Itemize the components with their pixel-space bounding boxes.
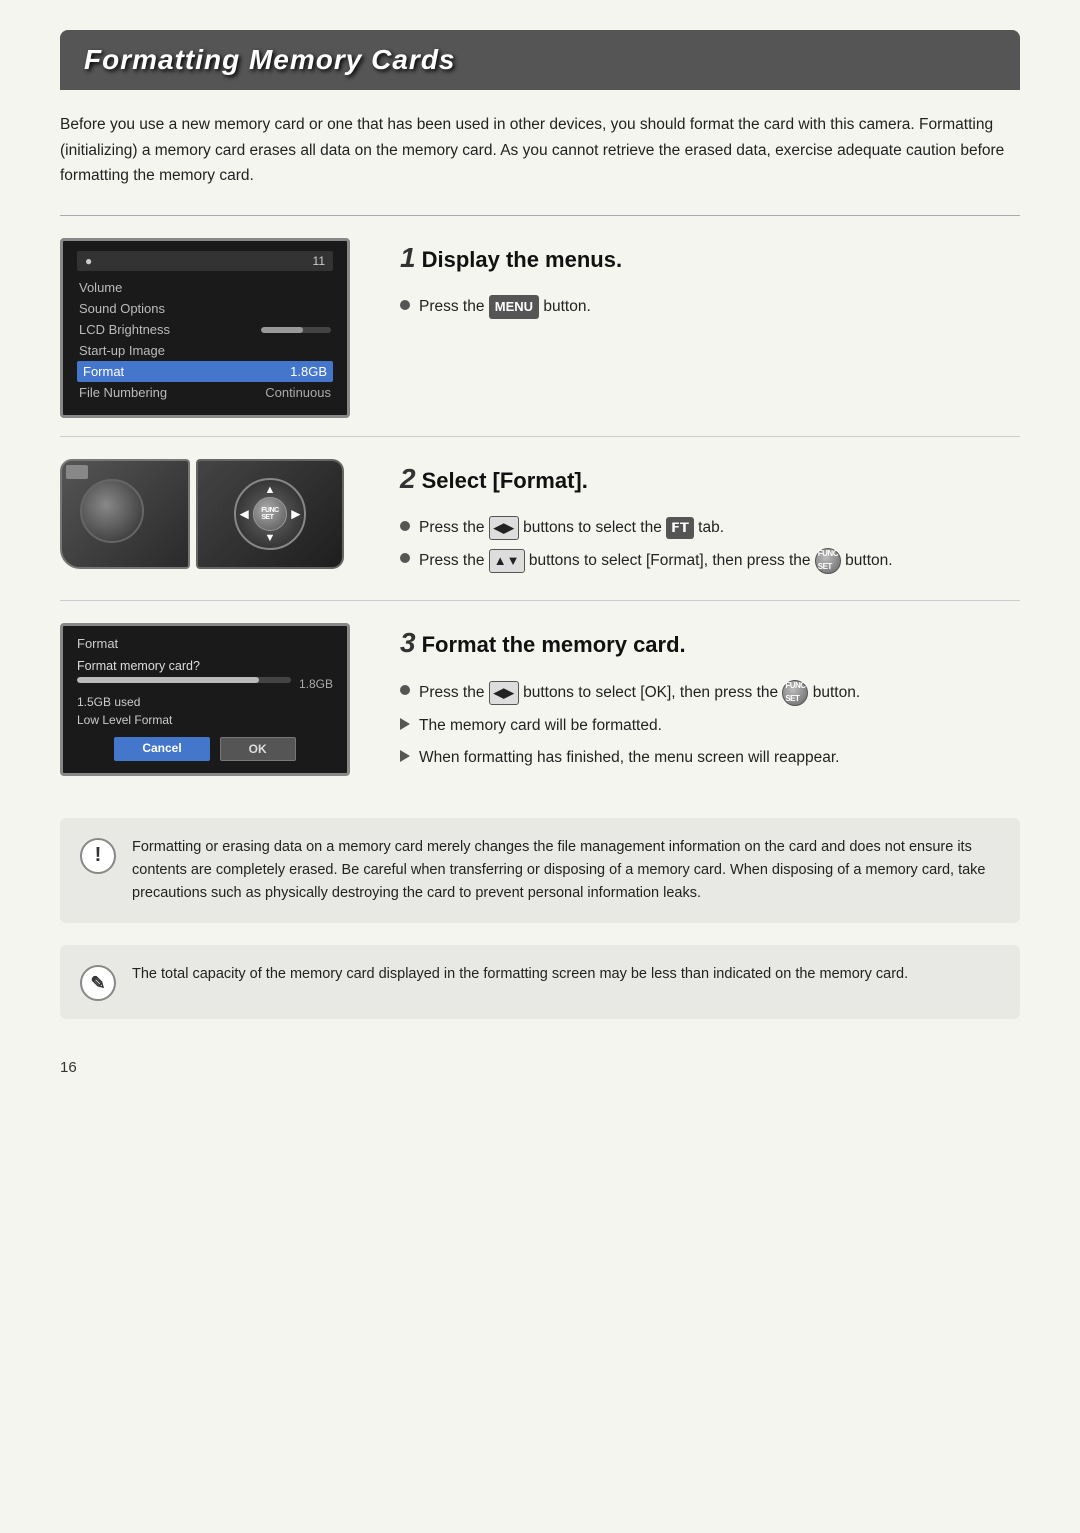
step-1-bullet-1-text: Press the MENU button. xyxy=(419,295,591,319)
menu-item-volume: Volume xyxy=(77,277,333,298)
step-2-bullet-2-text: Press the ▲▼ buttons to select [Format],… xyxy=(419,548,893,574)
step-1-row: ● 11 Volume Sound Options LCD Brightness xyxy=(60,216,1020,437)
func-set-label: FUNCSET xyxy=(261,507,278,521)
ft-tab-icon: 𝗙𝗧 xyxy=(666,517,694,539)
format-question: Format memory card? xyxy=(77,659,333,673)
func-set-icon: FUNCSET xyxy=(815,548,841,574)
screen-tab-indicator: 11 xyxy=(313,254,325,268)
nav-left-arrow: ◀ xyxy=(240,507,248,520)
func-set-icon: FUNCSET xyxy=(782,680,808,706)
camera-body-row: ▲ ▼ ◀ ▶ FUNCSET xyxy=(60,459,350,569)
step-1-instructions: 1 Display the menus. Press the MENU butt… xyxy=(400,238,1020,327)
step-1-number: 1 xyxy=(400,242,416,274)
step-3-bullet-2: The memory card will be formatted. xyxy=(400,714,1020,738)
lr-buttons-icon: ◀▶ xyxy=(489,516,519,540)
format-used: 1.5GB used xyxy=(77,695,333,709)
step-2-bullet-1-text: Press the ◀▶ buttons to select the 𝗙𝗧 ta… xyxy=(419,516,724,540)
bullet-circle-icon xyxy=(400,685,410,695)
step-3-number: 3 xyxy=(400,627,416,659)
step-1-title: Display the menus. xyxy=(422,247,623,273)
intro-text: Before you use a new memory card or one … xyxy=(60,112,1020,189)
warning-icon: ! xyxy=(80,838,116,874)
nav-down-arrow: ▼ xyxy=(265,532,276,544)
pencil-icon: ✎ xyxy=(80,965,116,1001)
menu-item-label: Volume xyxy=(79,280,122,295)
nav-right-arrow: ▶ xyxy=(292,507,300,520)
camera-body-left xyxy=(60,459,190,569)
nav-ring: ▲ ▼ ◀ ▶ FUNCSET xyxy=(234,478,306,550)
step-1-image-col: ● 11 Volume Sound Options LCD Brightness xyxy=(60,238,370,418)
format-dialog-screen: Format Format memory card? 1.8GB 1.5GB u… xyxy=(60,623,350,776)
step-3-bullet-2-text: The memory card will be formatted. xyxy=(419,714,662,738)
screen-indicator: ● xyxy=(85,254,92,268)
menu-item-label: Sound Options xyxy=(79,301,165,316)
screen-title-bar: ● 11 xyxy=(77,251,333,271)
menu-screen: ● 11 Volume Sound Options LCD Brightness xyxy=(60,238,350,418)
page-number: 16 xyxy=(60,1059,77,1076)
step-2-row: ▲ ▼ ◀ ▶ FUNCSET 2 Select [Format] xyxy=(60,437,1020,601)
step-2-instructions: 2 Select [Format]. Press the ◀▶ buttons … xyxy=(400,459,1020,582)
format-size: 1.8GB xyxy=(299,677,333,691)
bullet-circle-icon xyxy=(400,553,410,563)
format-bar-row: 1.8GB xyxy=(77,677,333,691)
steps-container: ● 11 Volume Sound Options LCD Brightness xyxy=(60,216,1020,796)
bullet-triangle-icon xyxy=(400,718,410,730)
bullet-triangle-icon xyxy=(400,750,410,762)
step-1-header: 1 Display the menus. xyxy=(400,242,1020,285)
step-3-image-col: Format Format memory card? 1.8GB 1.5GB u… xyxy=(60,623,370,776)
format-screen-title: Format xyxy=(77,636,333,651)
step-3-bullet-1: Press the ◀▶ buttons to select [OK], the… xyxy=(400,680,1020,706)
bullet-circle-icon xyxy=(400,300,410,310)
step-3-bullet-1-text: Press the ◀▶ buttons to select [OK], the… xyxy=(419,680,860,706)
menu-button-icon: MENU xyxy=(489,295,539,319)
page-number-container: 16 xyxy=(60,1059,1020,1076)
lr-buttons-icon: ◀▶ xyxy=(489,681,519,705)
menu-item-label: File Numbering xyxy=(79,385,167,400)
menu-item-value: 1.8GB xyxy=(290,364,327,379)
menu-item-label: Format xyxy=(83,364,124,379)
format-ok-btn[interactable]: OK xyxy=(220,737,296,761)
menu-item-value: Continuous xyxy=(265,385,331,400)
menu-item-label: Start-up Image xyxy=(79,343,165,358)
format-low-level: Low Level Format xyxy=(77,713,333,727)
pencil-note-text: The total capacity of the memory card di… xyxy=(132,963,908,986)
step-3-bullet-3: When formatting has finished, the menu s… xyxy=(400,746,1020,770)
step-3-title: Format the memory card. xyxy=(422,632,686,658)
step-2-image-col: ▲ ▼ ◀ ▶ FUNCSET xyxy=(60,459,370,569)
ud-buttons-icon: ▲▼ xyxy=(489,549,525,573)
menu-item-startup: Start-up Image xyxy=(77,340,333,361)
nav-up-arrow: ▲ xyxy=(265,484,276,496)
step-2-bullet-1: Press the ◀▶ buttons to select the 𝗙𝗧 ta… xyxy=(400,516,1020,540)
step-3-instructions: 3 Format the memory card. Press the ◀▶ b… xyxy=(400,623,1020,778)
camera-body-right: ▲ ▼ ◀ ▶ FUNCSET xyxy=(196,459,344,569)
warning-note-text: Formatting or erasing data on a memory c… xyxy=(132,836,1000,906)
step-1-bullet-1: Press the MENU button. xyxy=(400,295,1020,319)
func-set-button[interactable]: FUNCSET xyxy=(253,497,287,531)
step-2-header: 2 Select [Format]. xyxy=(400,463,1020,506)
step-3-row: Format Format memory card? 1.8GB 1.5GB u… xyxy=(60,601,1020,796)
menu-item-filenumbering: File Numbering Continuous xyxy=(77,382,333,403)
format-cancel-btn[interactable]: Cancel xyxy=(114,737,209,761)
page-title-bar: Formatting Memory Cards xyxy=(60,30,1020,90)
pencil-note-box: ✎ The total capacity of the memory card … xyxy=(60,945,1020,1019)
menu-item-value xyxy=(261,322,331,337)
func-btn-container: ▲ ▼ ◀ ▶ FUNCSET xyxy=(234,478,306,550)
step-3-header: 3 Format the memory card. xyxy=(400,627,1020,670)
page-title: Formatting Memory Cards xyxy=(84,44,996,76)
menu-item-label: LCD Brightness xyxy=(79,322,170,337)
format-buttons: Cancel OK xyxy=(77,737,333,761)
menu-item-lcd: LCD Brightness xyxy=(77,319,333,340)
warning-note-box: ! Formatting or erasing data on a memory… xyxy=(60,818,1020,924)
menu-item-sound: Sound Options xyxy=(77,298,333,319)
step-2-bullet-2: Press the ▲▼ buttons to select [Format],… xyxy=(400,548,1020,574)
step-2-title: Select [Format]. xyxy=(422,468,588,494)
menu-item-format: Format 1.8GB xyxy=(77,361,333,382)
step-2-number: 2 xyxy=(400,463,416,495)
step-3-bullet-3-text: When formatting has finished, the menu s… xyxy=(419,746,839,770)
bullet-circle-icon xyxy=(400,521,410,531)
